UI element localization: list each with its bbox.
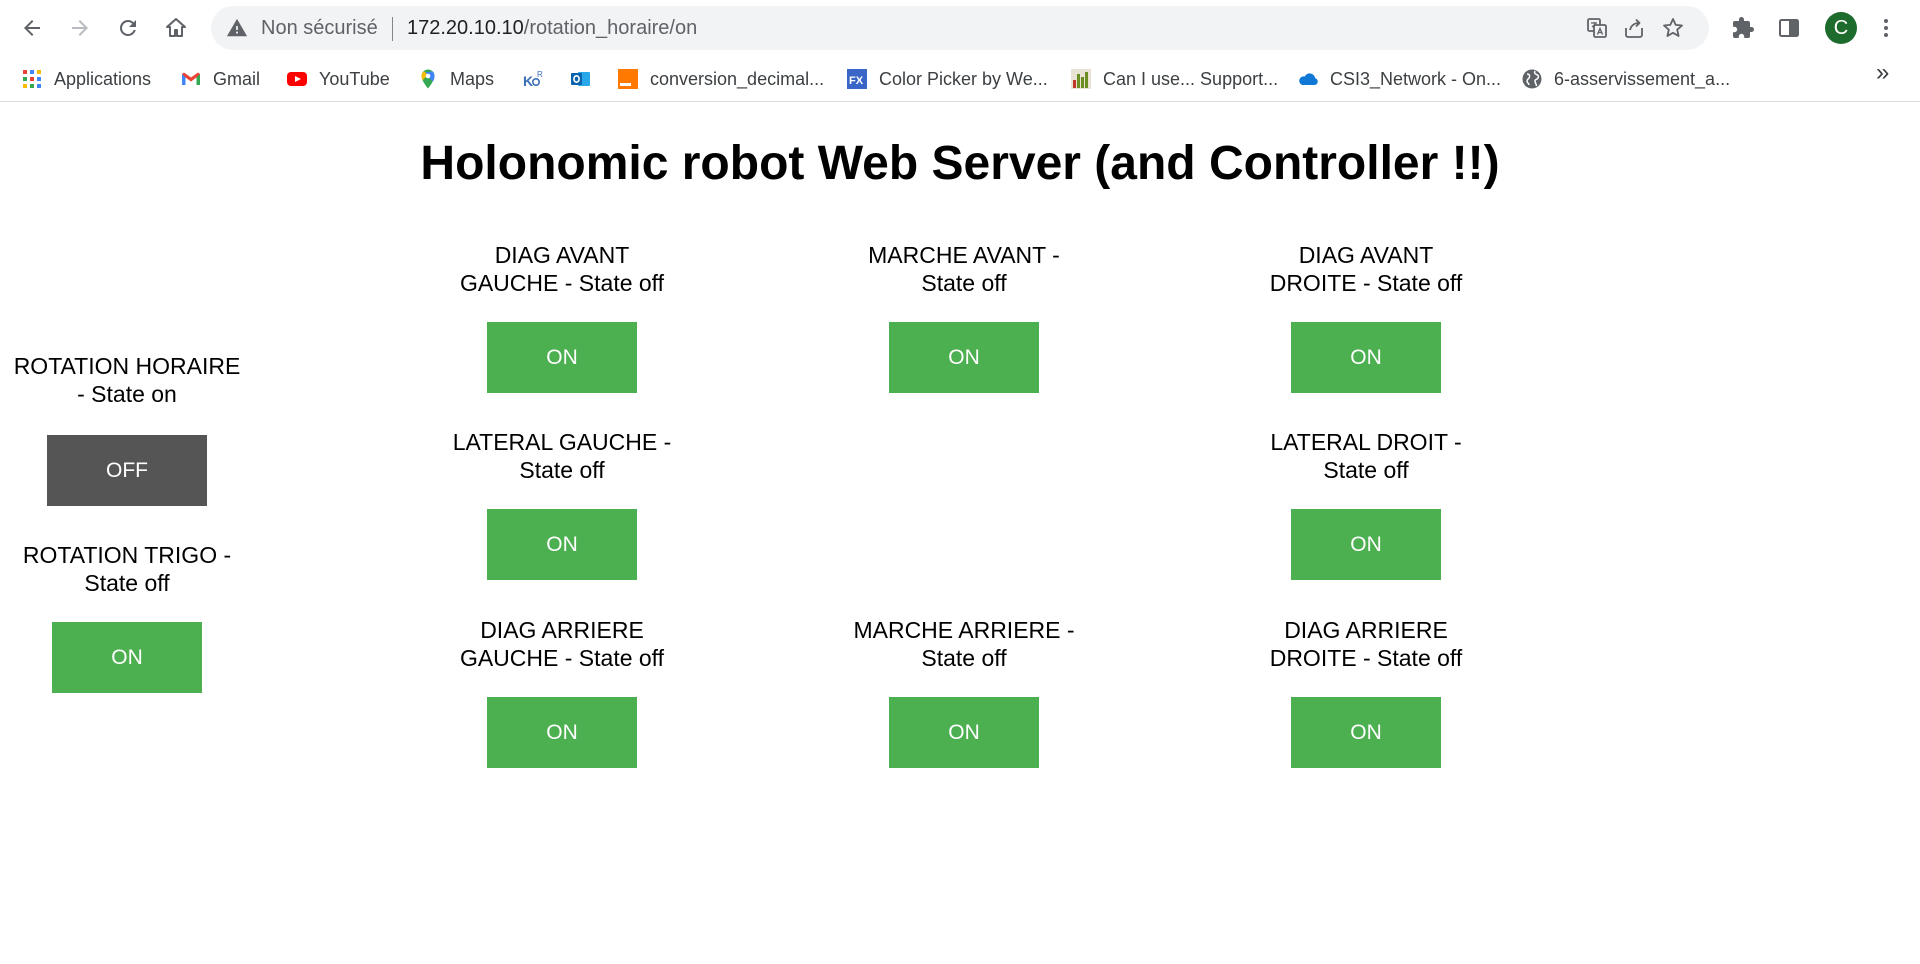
browser-toolbar: Non sécurisé 172.20.10.10/rotation_horai… [0, 0, 1920, 56]
profile-avatar[interactable]: C [1825, 12, 1857, 44]
diag-avant-droite-button[interactable]: ON [1291, 322, 1441, 393]
orange-icon [617, 68, 639, 90]
svg-text:FX: FX [849, 75, 864, 87]
share-button[interactable] [1621, 15, 1647, 41]
bookmark-conversion-decimal[interactable]: conversion_decimal... [617, 65, 824, 93]
bookmark-label: Color Picker by We... [879, 68, 1048, 89]
control-marche-arriere: MARCHE ARRIERE - State off ON [844, 616, 1084, 768]
more-bookmarks-button[interactable]: » [1876, 59, 1889, 87]
url-text[interactable]: 172.20.10.10/rotation_horaire/on [407, 17, 697, 40]
control-diag-arriere-gauche: DIAG ARRIERE GAUCHE - State off ON [442, 616, 682, 768]
bookmark-asservissement[interactable]: 6-asservissement_a... [1521, 65, 1730, 93]
maps-icon [417, 68, 439, 90]
side-panel-button[interactable] [1773, 12, 1805, 44]
security-label[interactable]: Non sécurisé [261, 17, 378, 40]
rotation-horaire-button[interactable]: OFF [47, 435, 207, 506]
bookmark-outlook[interactable] [570, 65, 603, 93]
arrow-right-icon [72, 20, 88, 36]
reload-icon [119, 19, 136, 36]
url-path: /rotation_horaire/on [523, 17, 698, 39]
diag-arriere-droite-button[interactable]: ON [1291, 697, 1441, 768]
bookmark-can-i-use[interactable]: Can I use... Support... [1070, 65, 1278, 93]
onedrive-icon [1297, 68, 1319, 90]
svg-text:K: K [523, 73, 533, 89]
bookmark-csi3-network[interactable]: CSI3_Network - On... [1297, 65, 1501, 93]
forward-button[interactable] [60, 8, 100, 48]
control-label: DIAG ARRIERE GAUCHE - State off [459, 617, 665, 671]
control-rotation-horaire: ROTATION HORAIRE - State on OFF [7, 352, 247, 506]
control-rotation-trigo: ROTATION TRIGO - State off ON [7, 541, 247, 693]
diag-avant-gauche-button[interactable]: ON [487, 322, 637, 393]
marche-arriere-button[interactable]: ON [889, 697, 1039, 768]
translate-icon [1587, 18, 1607, 38]
bookmark-color-picker[interactable]: FX Color Picker by We... [846, 65, 1048, 93]
globe-icon [1521, 68, 1543, 90]
browser-menu-button[interactable] [1870, 12, 1902, 44]
bookmark-gmail[interactable]: Gmail [180, 65, 260, 93]
bookmark-youtube[interactable]: YouTube [286, 65, 390, 93]
bookmark-label: 6-asservissement_a... [1554, 68, 1731, 89]
control-label: ROTATION HORAIRE - State on [13, 353, 241, 407]
rotation-trigo-button[interactable]: ON [52, 622, 202, 693]
control-lateral-gauche: LATERAL GAUCHE - State off ON [442, 428, 682, 580]
apps-grid-icon [21, 68, 43, 90]
extensions-button[interactable] [1727, 12, 1759, 44]
control-diag-arriere-droite: DIAG ARRIERE DROITE - State off ON [1246, 616, 1486, 768]
diag-arriere-gauche-button[interactable]: ON [487, 697, 637, 768]
marche-avant-button[interactable]: ON [889, 322, 1039, 393]
control-marche-avant: MARCHE AVANT - State off ON [844, 241, 1084, 393]
bookmarks-bar: Applications Gmail YouTube Maps KR conve… [0, 56, 1920, 102]
bookmark-star-button[interactable] [1660, 15, 1686, 41]
outlook-icon [570, 68, 592, 90]
control-diag-avant-droite: DIAG AVANT DROITE - State off ON [1246, 241, 1486, 393]
bookmark-applications[interactable]: Applications [21, 65, 151, 93]
bookmark-kdr[interactable]: KR [522, 65, 555, 93]
bookmark-label: Maps [450, 68, 495, 89]
svg-text:R: R [537, 70, 543, 79]
arrow-left-icon [24, 20, 40, 36]
control-label: LATERAL GAUCHE - State off [452, 429, 672, 483]
bookmark-maps[interactable]: Maps [417, 65, 494, 93]
share-icon [1625, 18, 1643, 38]
control-diag-avant-gauche: DIAG AVANT GAUCHE - State off ON [442, 241, 682, 393]
control-label: MARCHE AVANT - State off [868, 242, 1060, 296]
youtube-icon [286, 68, 308, 90]
control-label: DIAG ARRIERE DROITE - State off [1269, 617, 1463, 671]
home-button[interactable] [156, 8, 196, 48]
address-bar[interactable]: Non sécurisé 172.20.10.10/rotation_horai… [211, 6, 1709, 50]
kebab-menu-icon [1884, 19, 1888, 37]
translate-button[interactable] [1584, 15, 1610, 41]
control-lateral-droit: LATERAL DROIT - State off ON [1246, 428, 1486, 580]
kdr-icon: KR [522, 68, 544, 90]
control-label: ROTATION TRIGO - State off [22, 542, 232, 596]
url-host: 172.20.10.10 [407, 17, 524, 39]
star-icon [1663, 18, 1683, 37]
bookmark-label: YouTube [319, 68, 390, 89]
side-panel-icon [1779, 19, 1799, 37]
reload-button[interactable] [108, 8, 148, 48]
gmail-icon [180, 68, 202, 90]
bookmark-label: Gmail [213, 68, 261, 89]
control-label: LATERAL DROIT - State off [1270, 429, 1462, 483]
caniuse-icon [1070, 68, 1092, 90]
page-title: Holonomic robot Web Server (and Controll… [420, 137, 1500, 190]
bookmark-label: Can I use... Support... [1103, 68, 1279, 89]
puzzle-icon [1733, 17, 1754, 38]
bookmark-label: conversion_decimal... [650, 68, 825, 89]
omnibox-divider [392, 17, 393, 41]
warning-icon[interactable] [226, 17, 248, 39]
control-label: DIAG AVANT DROITE - State off [1269, 242, 1463, 296]
bookmark-label: CSI3_Network - On... [1330, 68, 1502, 89]
control-label: DIAG AVANT GAUCHE - State off [459, 242, 665, 296]
bookmark-label: Applications [54, 68, 152, 89]
lateral-droit-button[interactable]: ON [1291, 509, 1441, 580]
lateral-gauche-button[interactable]: ON [487, 509, 637, 580]
fx-icon: FX [846, 68, 868, 90]
control-label: MARCHE ARRIERE - State off [853, 617, 1075, 671]
back-button[interactable] [12, 8, 52, 48]
home-icon [166, 18, 186, 37]
